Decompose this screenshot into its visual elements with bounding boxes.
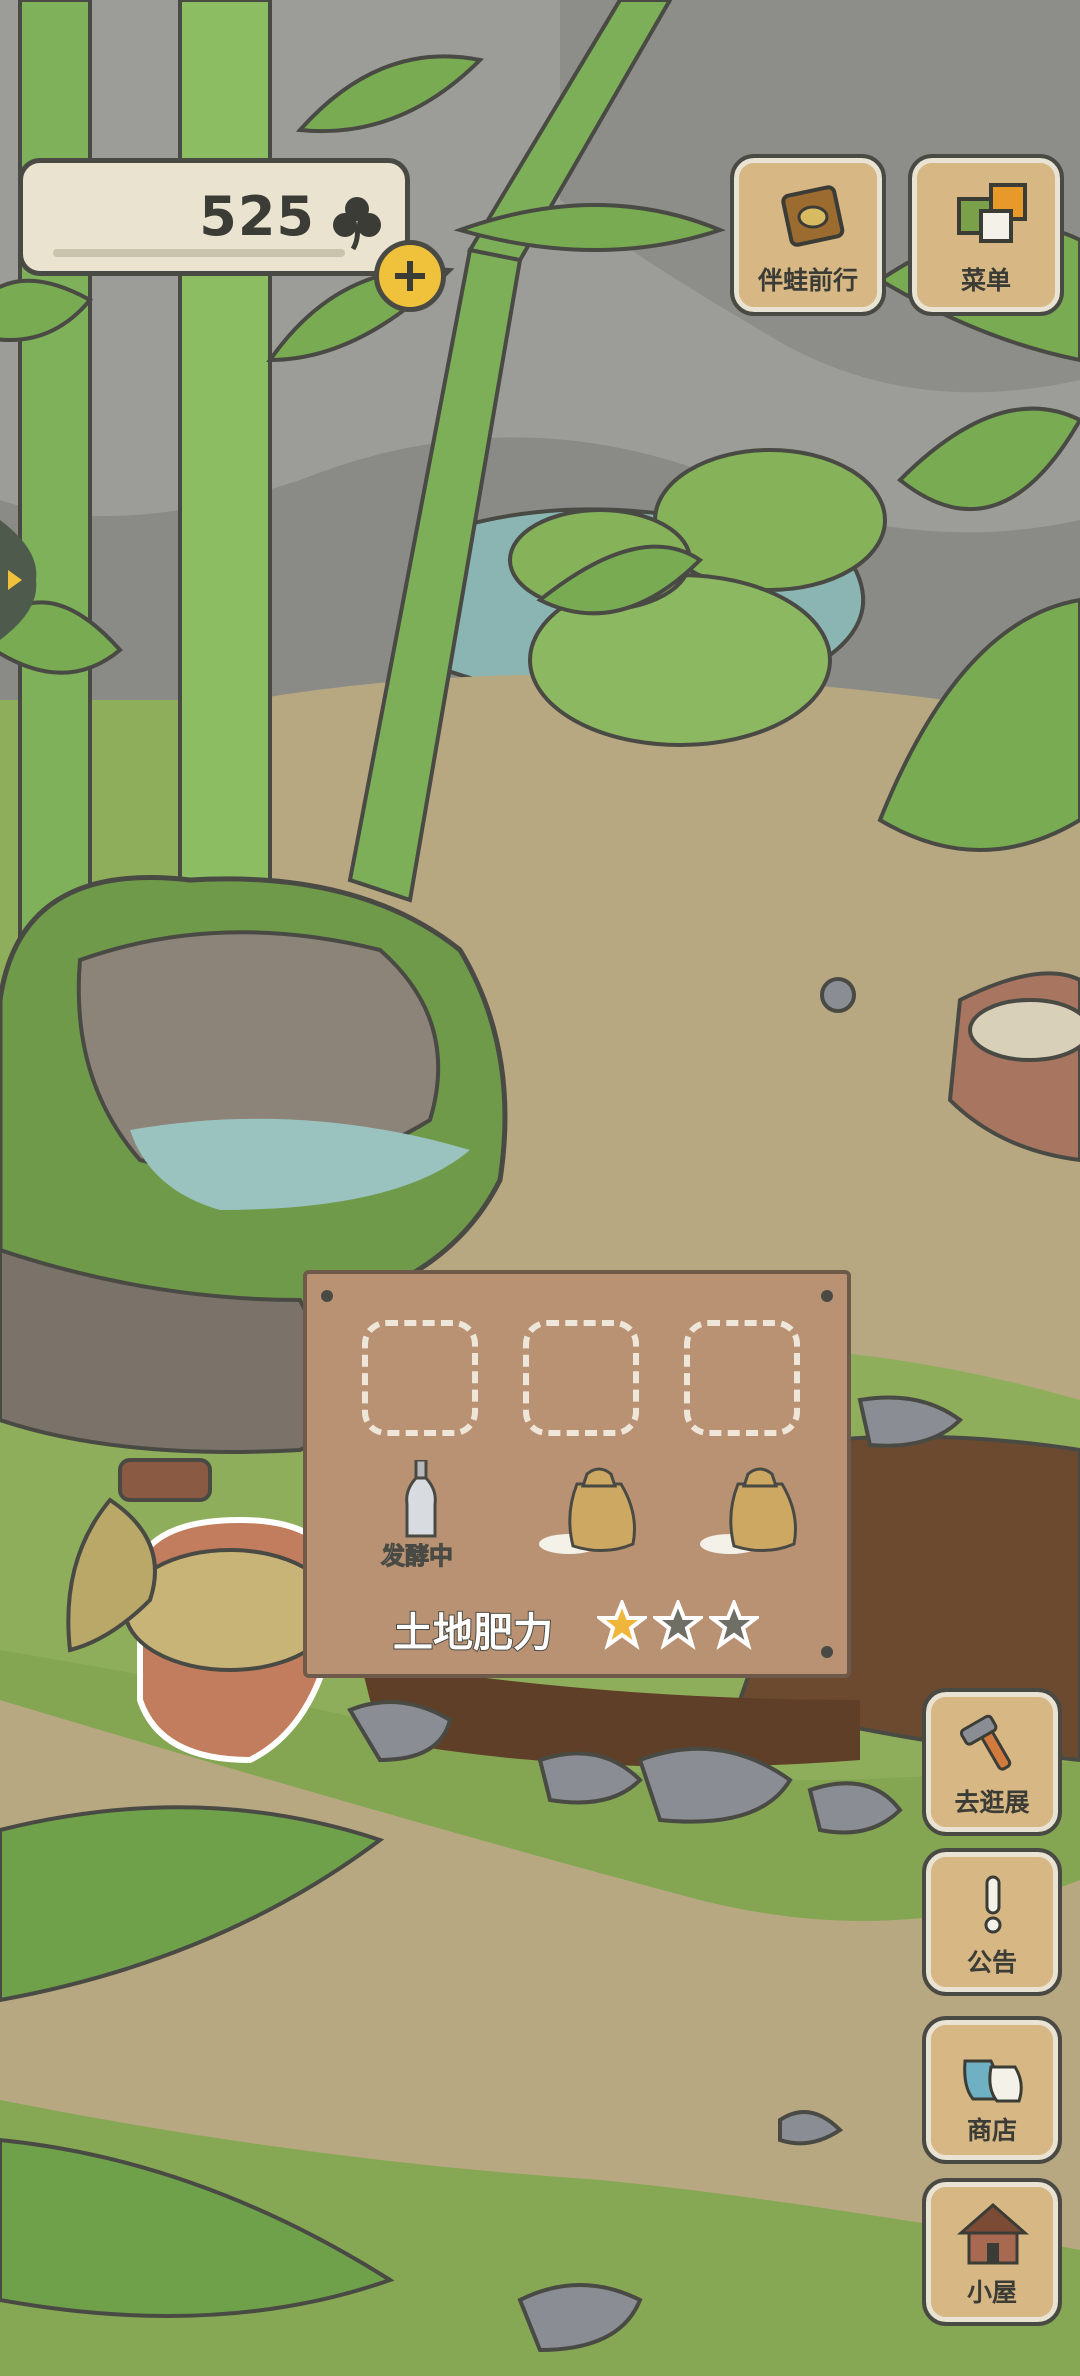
clover-count: 525	[199, 185, 315, 248]
exhibition-button[interactable]: 去逛展	[922, 1688, 1062, 1836]
journal-button-label: 伴蛙前行	[757, 266, 858, 295]
plus-icon	[395, 261, 425, 291]
cabin-button-label: 小屋	[966, 2278, 1017, 2307]
nail	[821, 1646, 833, 1658]
add-clover-button[interactable]	[374, 240, 446, 312]
plant-slot-2[interactable]	[523, 1320, 639, 1436]
house-icon	[957, 2203, 1029, 2265]
clover-icon	[333, 197, 381, 251]
fertility-star-3	[709, 1600, 759, 1650]
clover-underline	[53, 249, 345, 257]
garden-scene-background	[0, 0, 1080, 2376]
nail	[821, 1290, 833, 1302]
journal-icon	[781, 185, 845, 247]
nail	[321, 1290, 333, 1302]
garden-planter-board[interactable]: 发酵中 土地肥力	[303, 1270, 851, 1678]
shop-bags-icon	[963, 2059, 1023, 2103]
exclamation-icon	[984, 1875, 1002, 1934]
journal-button[interactable]: 伴蛙前行	[730, 154, 886, 316]
fertility-star-1	[597, 1600, 647, 1650]
fermenting-status: 发酵中	[381, 1542, 454, 1571]
menu-button[interactable]: 菜单	[908, 154, 1064, 316]
clover-counter: 525	[18, 158, 410, 276]
shop-button[interactable]: 商店	[922, 2016, 1062, 2164]
menu-button-label: 菜单	[960, 266, 1011, 295]
shop-button-label: 商店	[966, 2116, 1017, 2145]
soil-fertility-label: 土地肥力	[392, 1609, 554, 1657]
side-drawer-tab[interactable]	[0, 520, 40, 640]
fertility-star-2	[653, 1600, 703, 1650]
plant-slot-1[interactable]	[362, 1320, 478, 1436]
cabin-button[interactable]: 小屋	[922, 2178, 1062, 2326]
bottle-icon[interactable]	[401, 1460, 441, 1540]
notice-button[interactable]: 公告	[922, 1848, 1062, 1996]
rice-sack-icon[interactable]	[696, 1464, 806, 1560]
notice-button-label: 公告	[966, 1948, 1017, 1977]
menu-cards-icon	[957, 183, 1027, 243]
rice-sack-icon[interactable]	[535, 1464, 645, 1560]
exhibition-button-label: 去逛展	[954, 1788, 1030, 1817]
plant-slot-3[interactable]	[684, 1320, 800, 1436]
hammer-icon	[959, 1714, 1012, 1771]
